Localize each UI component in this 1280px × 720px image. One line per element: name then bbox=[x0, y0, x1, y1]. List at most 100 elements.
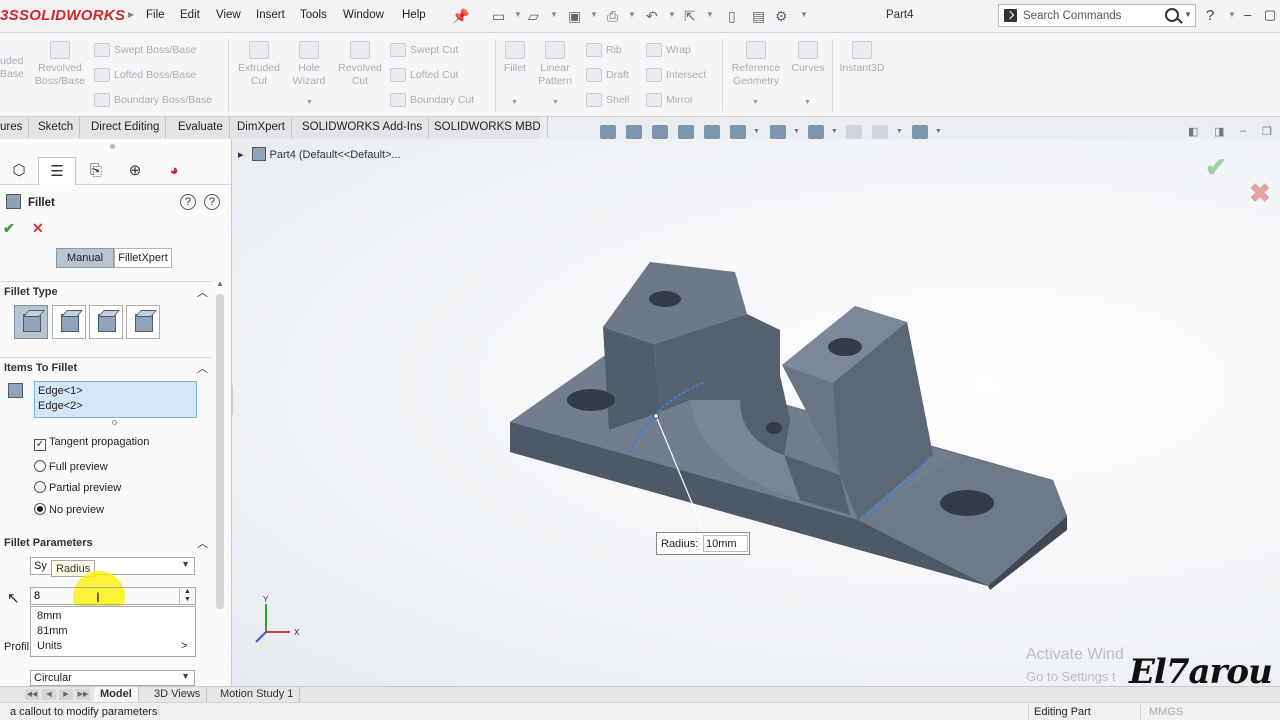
panel-scrollbar[interactable]: ▲ bbox=[213, 279, 227, 679]
tab-mbd[interactable]: SOLIDWORKS MBD bbox=[428, 117, 548, 138]
panel-drag-handle[interactable] bbox=[110, 144, 115, 149]
search-icon[interactable] bbox=[1165, 8, 1179, 22]
reference-geometry-button[interactable]: Reference Geometry bbox=[726, 41, 786, 88]
suggestion-item[interactable]: 8mm bbox=[37, 610, 61, 622]
confirm-corner-cancel-icon[interactable]: ✖ bbox=[1249, 178, 1271, 209]
menu-window[interactable]: Window bbox=[343, 9, 384, 21]
filletxpert-mode-button[interactable]: FilletXpert bbox=[114, 248, 172, 268]
fillet-type-section[interactable]: Fillet Type ︿ bbox=[0, 281, 212, 301]
radius-spinner[interactable]: ▲ ▼ bbox=[179, 588, 195, 604]
tab-sketch[interactable]: Sketch bbox=[32, 117, 81, 138]
swept-boss-button[interactable]: Swept Boss/Base bbox=[94, 43, 196, 57]
full-round-fillet-button[interactable] bbox=[126, 305, 160, 339]
items-to-fillet-section[interactable]: Items To Fillet ︿ bbox=[0, 357, 212, 377]
dynamic-annotation-icon[interactable] bbox=[704, 125, 720, 139]
status-units[interactable]: MMGS bbox=[1149, 706, 1183, 718]
list-item[interactable]: Edge<2> bbox=[38, 399, 193, 414]
view-orientation-caret-icon[interactable]: ▼ bbox=[753, 128, 760, 135]
save-icon[interactable]: ▣ bbox=[568, 7, 581, 25]
search-caret-icon[interactable]: ▼ bbox=[1184, 10, 1192, 19]
wrap-button[interactable]: Wrap bbox=[646, 43, 691, 57]
menu-tools[interactable]: Tools bbox=[300, 9, 327, 21]
chevron-down-icon[interactable]: ▼ bbox=[181, 671, 190, 681]
radio-icon[interactable] bbox=[34, 481, 46, 493]
boundary-boss-button[interactable]: Boundary Boss/Base bbox=[94, 93, 212, 107]
draft-button[interactable]: Draft bbox=[586, 68, 629, 82]
dimxpert-tab-icon[interactable]: ⊕ bbox=[116, 157, 154, 185]
curves-button[interactable]: Curves bbox=[788, 41, 828, 75]
previous-view-icon[interactable] bbox=[652, 125, 668, 139]
undo-caret-icon[interactable]: ▼ bbox=[668, 10, 676, 19]
feature-tree-tab-icon[interactable]: ⬡ bbox=[0, 157, 38, 185]
full-preview-radio[interactable]: Full preview bbox=[34, 460, 108, 473]
cancel-button[interactable]: ✕ bbox=[32, 220, 44, 237]
scroll-up-icon[interactable]: ▲ bbox=[216, 279, 224, 288]
open-icon[interactable]: ▱ bbox=[528, 7, 539, 25]
extruded-cut-button[interactable]: Extruded Cut bbox=[234, 41, 284, 88]
radio-selected-icon[interactable] bbox=[34, 503, 46, 515]
file-properties-icon[interactable]: ▤ bbox=[752, 7, 765, 25]
menu-file[interactable]: File bbox=[146, 9, 165, 21]
constant-size-fillet-button[interactable] bbox=[14, 305, 48, 339]
viewport-minimize-icon[interactable]: – bbox=[1240, 125, 1246, 137]
radius-field[interactable] bbox=[30, 587, 196, 605]
shell-button[interactable]: Shell bbox=[586, 93, 629, 107]
search-commands[interactable]: ▼ bbox=[998, 4, 1196, 27]
checkbox-checked-icon[interactable]: ✓ bbox=[34, 439, 46, 451]
radius-callout[interactable]: Radius: 10mm bbox=[656, 532, 750, 555]
tab-model[interactable]: Model bbox=[94, 687, 139, 702]
details-help-button[interactable]: ? bbox=[204, 194, 220, 210]
apply-scene-icon[interactable] bbox=[872, 125, 888, 139]
mirror-button[interactable]: Mirror bbox=[646, 93, 693, 107]
undo-icon[interactable]: ↶ bbox=[646, 7, 658, 25]
menu-view[interactable]: View bbox=[216, 9, 241, 21]
open-caret-icon[interactable]: ▼ bbox=[550, 10, 558, 19]
first-tab-icon[interactable]: ◀◀ bbox=[25, 689, 39, 700]
pin-icon[interactable]: 📌 bbox=[452, 7, 469, 25]
scrollbar-thumb[interactable] bbox=[216, 294, 224, 609]
boundary-cut-button[interactable]: Boundary Cut bbox=[390, 93, 474, 107]
options-gear-icon[interactable]: ⚙ bbox=[775, 7, 788, 25]
search-input[interactable] bbox=[1023, 8, 1158, 24]
confirm-corner-ok-icon[interactable]: ✔ bbox=[1205, 152, 1227, 183]
help-icon[interactable]: ? bbox=[1206, 7, 1214, 24]
viewport-tile-left-icon[interactable]: ◧ bbox=[1188, 125, 1198, 138]
zoom-to-area-icon[interactable] bbox=[626, 125, 642, 139]
manual-mode-button[interactable]: Manual bbox=[56, 248, 114, 268]
intersect-button[interactable]: Intersect bbox=[646, 68, 706, 82]
fillet-caret-icon[interactable]: ▼ bbox=[511, 99, 518, 106]
linear-pattern-button[interactable]: Linear Pattern bbox=[534, 41, 576, 88]
solidworks-logo[interactable]: 3SSOLIDWORKS bbox=[0, 7, 125, 27]
select-icon[interactable]: ⇱ bbox=[684, 7, 696, 25]
display-style-caret-icon[interactable]: ▼ bbox=[793, 128, 800, 135]
tangent-propagation-checkbox[interactable]: ✓ Tangent propagation bbox=[34, 436, 149, 451]
lofted-boss-button[interactable]: Lofted Boss/Base bbox=[94, 68, 196, 82]
options-caret-icon[interactable]: ▼ bbox=[800, 10, 808, 19]
new-document-icon[interactable]: ▭ bbox=[492, 7, 505, 25]
pattern-caret-icon[interactable]: ▼ bbox=[552, 99, 559, 106]
hide-show-caret-icon[interactable]: ▼ bbox=[831, 128, 838, 135]
revolved-boss-button[interactable]: Revolved Boss/Base bbox=[34, 41, 86, 88]
restore-icon[interactable]: ▢ bbox=[1264, 7, 1276, 23]
help-button[interactable]: ? bbox=[180, 194, 196, 210]
help-caret-icon[interactable]: ▼ bbox=[1228, 10, 1236, 19]
print-caret-icon[interactable]: ▼ bbox=[628, 10, 636, 19]
ref-geometry-caret-icon[interactable]: ▼ bbox=[752, 99, 759, 106]
edges-selection-list[interactable]: Edge<1> Edge<2> bbox=[34, 381, 197, 418]
display-style-icon[interactable] bbox=[770, 125, 786, 139]
suggestion-item[interactable]: 81mm bbox=[37, 625, 68, 637]
revolved-cut-button[interactable]: Revolved Cut bbox=[336, 41, 384, 88]
suggestion-item[interactable]: Units bbox=[37, 640, 62, 652]
radio-icon[interactable] bbox=[34, 460, 46, 472]
collapse-chevron-icon[interactable]: ︿ bbox=[197, 284, 208, 300]
list-item[interactable]: Edge<1> bbox=[38, 384, 193, 399]
tab-3d-views[interactable]: 3D Views bbox=[148, 687, 208, 702]
edit-appearance-icon[interactable] bbox=[846, 125, 862, 139]
previous-tab-icon[interactable]: ◀ bbox=[42, 689, 56, 700]
swept-cut-button[interactable]: Swept Cut bbox=[390, 43, 458, 57]
hole-wizard-button[interactable]: Hole Wizard bbox=[286, 41, 332, 88]
variable-size-fillet-button[interactable] bbox=[52, 305, 86, 339]
list-resize-handle[interactable] bbox=[112, 420, 117, 425]
tab-evaluate[interactable]: Evaluate bbox=[172, 117, 230, 138]
section-view-icon[interactable] bbox=[678, 125, 694, 139]
